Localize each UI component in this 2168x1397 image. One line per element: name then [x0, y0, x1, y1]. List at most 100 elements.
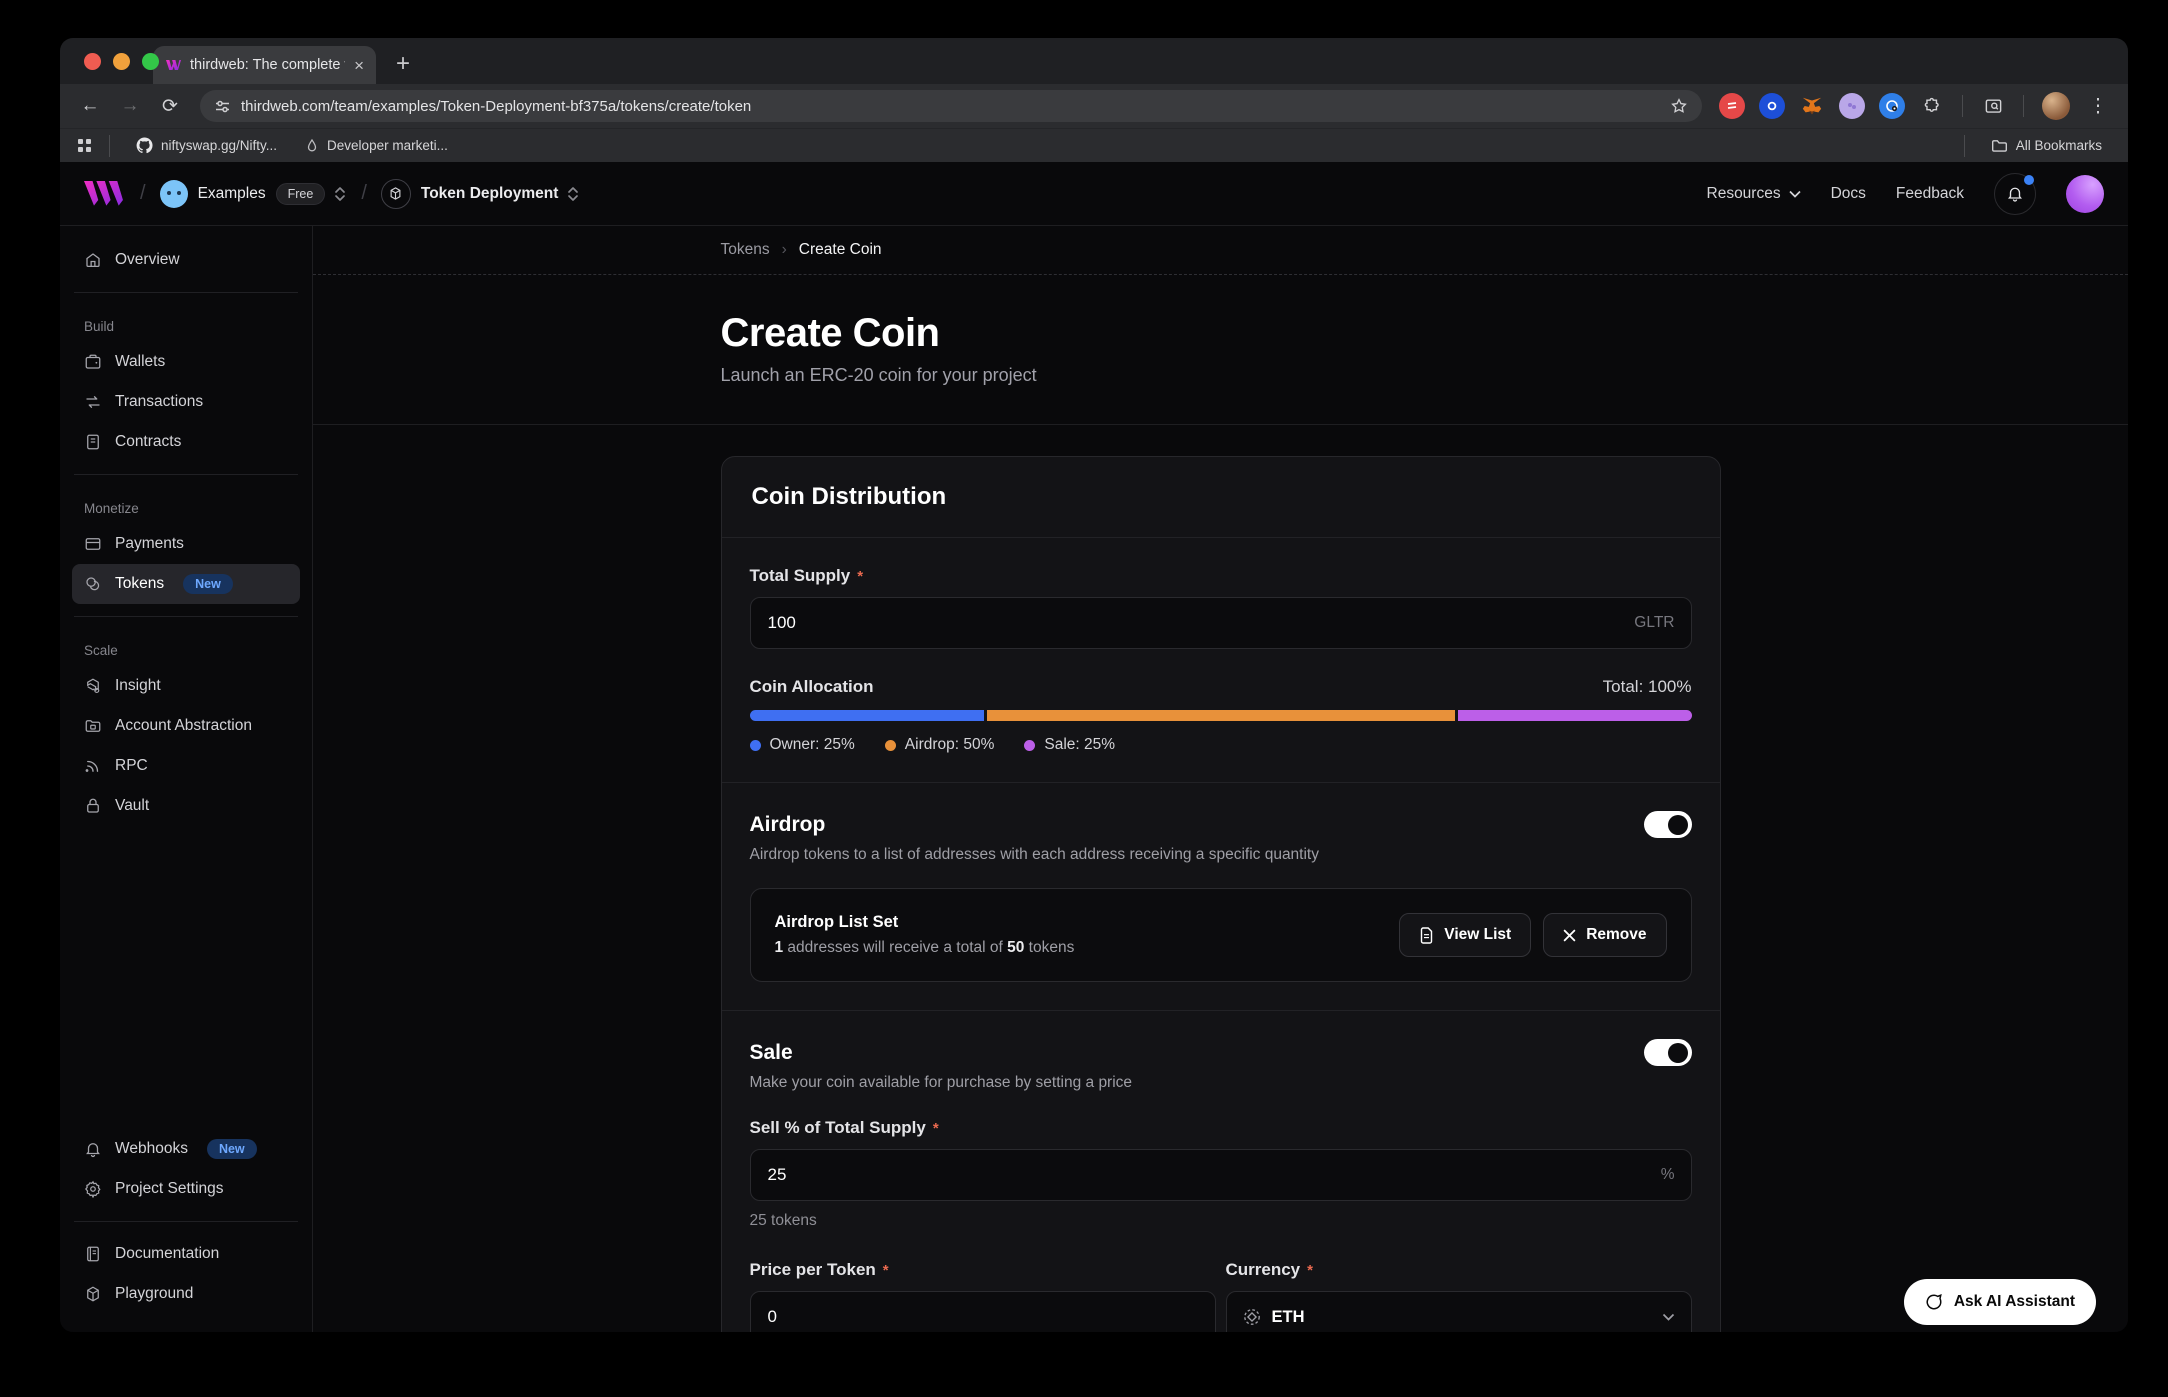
view-list-button[interactable]: View List [1399, 913, 1531, 957]
toolbar-divider [1962, 95, 1963, 117]
sidebar-item-documentation[interactable]: Documentation [72, 1234, 300, 1274]
url-bar[interactable]: thirdweb.com/team/examples/Token-Deploym… [200, 90, 1702, 122]
airdrop-toggle[interactable] [1644, 811, 1692, 838]
sell-pct-input[interactable] [750, 1149, 1692, 1201]
zoom-window-button[interactable] [142, 53, 159, 70]
sidebar-item-wallets[interactable]: Wallets [72, 342, 300, 382]
folder-box-icon [84, 717, 102, 735]
notifications-button[interactable] [1994, 173, 2036, 215]
sidebar-item-rpc[interactable]: RPC [72, 746, 300, 786]
document-icon [1419, 927, 1434, 944]
remove-button[interactable]: Remove [1543, 913, 1666, 957]
bookmark-item[interactable]: Developer marketi... [295, 138, 458, 153]
sidebar-item-vault[interactable]: Vault [72, 786, 300, 826]
sidebar-item-label: Vault [115, 797, 149, 815]
drop-icon [305, 138, 319, 153]
browser-tab[interactable]: thirdweb: The complete web3 × [153, 46, 376, 84]
legend-item-airdrop: Airdrop: 50% [885, 736, 995, 754]
address-count: 1 [775, 939, 784, 956]
team-avatar[interactable] [160, 180, 188, 208]
project-switcher-icon[interactable] [566, 184, 580, 204]
extension-icon-clock[interactable] [1879, 93, 1905, 119]
bookmark-item[interactable]: niftyswap.gg/Nifty... [126, 137, 287, 154]
breadcrumb-tokens[interactable]: Tokens [721, 241, 770, 259]
all-bookmarks-button[interactable]: All Bookmarks [1981, 138, 2112, 153]
sidebar-item-label: Overview [115, 251, 180, 269]
transfer-arrows-icon [84, 393, 102, 411]
team-name[interactable]: Examples [198, 185, 266, 203]
thirdweb-logo[interactable] [84, 180, 126, 208]
breadcrumb-row: Tokens › Create Coin [313, 226, 2128, 275]
sidebar-divider [74, 474, 298, 475]
extension-icon-purple[interactable] [1839, 93, 1865, 119]
minimize-window-button[interactable] [113, 53, 130, 70]
airdrop-section: Airdrop Airdrop tokens to a list of addr… [722, 782, 1720, 1010]
notification-dot [2024, 175, 2034, 185]
sidebar-item-account-abstraction[interactable]: Account Abstraction [72, 706, 300, 746]
extension-icon-blue[interactable] [1759, 93, 1785, 119]
feedback-link[interactable]: Feedback [1896, 185, 1964, 203]
airdrop-description: Airdrop tokens to a list of addresses wi… [750, 846, 1692, 864]
close-window-button[interactable] [84, 53, 101, 70]
site-settings-icon[interactable] [214, 98, 231, 115]
currency-select[interactable]: ETH [1226, 1291, 1692, 1332]
new-tab-button[interactable]: + [396, 50, 410, 78]
sidebar-item-insight[interactable]: Insight [72, 666, 300, 706]
sale-description: Make your coin available for purchase by… [750, 1074, 1692, 1092]
sale-section: Sale Make your coin available for purcha… [722, 1010, 1720, 1332]
breadcrumb: Tokens › Create Coin [721, 241, 1721, 259]
sidebar-item-playground[interactable]: Playground [72, 1274, 300, 1314]
project-name[interactable]: Token Deployment [421, 185, 559, 203]
metamask-icon[interactable] [1799, 93, 1825, 119]
coin-distribution-card: Coin Distribution Total Supply * [721, 456, 1721, 1332]
sidebar-item-label: Wallets [115, 353, 165, 371]
sidebar-item-transactions[interactable]: Transactions [72, 382, 300, 422]
credit-card-icon [84, 535, 102, 553]
sidebar-item-label: Webhooks [115, 1140, 188, 1158]
bookmark-star-icon[interactable] [1670, 97, 1688, 115]
total-supply-input[interactable] [750, 597, 1692, 649]
reload-icon[interactable]: ⟳ [152, 88, 188, 124]
folder-icon [1991, 138, 2008, 153]
thirdweb-app: / Examples Free / Token Deployment Resou… [60, 162, 2128, 1332]
browser-menu-icon[interactable]: ⋮ [2080, 88, 2116, 124]
browser-toolbar: ← → ⟳ thirdweb.com/team/examples/Token-D… [60, 84, 2128, 128]
sidebar-item-webhooks[interactable]: Webhooks New [72, 1129, 300, 1169]
extension-icon-red[interactable] [1719, 93, 1745, 119]
sidebar-item-overview[interactable]: Overview [72, 240, 300, 280]
docs-link[interactable]: Docs [1831, 185, 1866, 203]
sidebar-item-project-settings[interactable]: Project Settings [72, 1169, 300, 1209]
side-panel-icon[interactable] [1975, 88, 2011, 124]
page-subtitle: Launch an ERC-20 coin for your project [721, 365, 1721, 386]
chevron-down-icon [1789, 190, 1801, 198]
browser-profile-avatar[interactable] [2042, 92, 2070, 120]
price-input[interactable] [750, 1291, 1216, 1332]
sale-toggle[interactable] [1644, 1039, 1692, 1066]
back-nav-icon[interactable]: ← [72, 88, 108, 124]
legend-label: Airdrop: 50% [905, 736, 995, 754]
sell-pct-helper: 25 tokens [750, 1212, 1692, 1230]
ask-ai-assistant-button[interactable]: Ask AI Assistant [1904, 1279, 2096, 1325]
team-switcher-icon[interactable] [333, 184, 347, 204]
extensions-puzzle-icon[interactable] [1914, 88, 1950, 124]
sidebar-item-payments[interactable]: Payments [72, 524, 300, 564]
legend-dot-sale [1024, 740, 1035, 751]
insight-cube-icon [84, 677, 102, 695]
resources-menu[interactable]: Resources [1707, 185, 1801, 203]
coin-allocation-label: Coin Allocation [750, 677, 874, 697]
legend-dot-owner [750, 740, 761, 751]
airdrop-list-summary: 1 addresses will receive a total of 50 t… [775, 939, 1075, 957]
sidebar: Overview Build Wallets Transactions Cont… [60, 226, 313, 1332]
sidebar-item-label: Documentation [115, 1245, 219, 1263]
ask-ai-label: Ask AI Assistant [1954, 1293, 2075, 1311]
plan-badge: Free [276, 183, 326, 205]
sidebar-item-tokens[interactable]: Tokens New [72, 564, 300, 604]
bookmark-label: Developer marketi... [327, 138, 448, 153]
home-icon [84, 251, 102, 269]
page-header: Create Coin Launch an ERC-20 coin for yo… [313, 275, 2128, 425]
forward-nav-icon[interactable]: → [112, 88, 148, 124]
account-avatar[interactable] [2066, 175, 2104, 213]
tab-close-icon[interactable]: × [354, 57, 364, 74]
apps-grid-icon[interactable] [76, 137, 93, 154]
sidebar-item-contracts[interactable]: Contracts [72, 422, 300, 462]
